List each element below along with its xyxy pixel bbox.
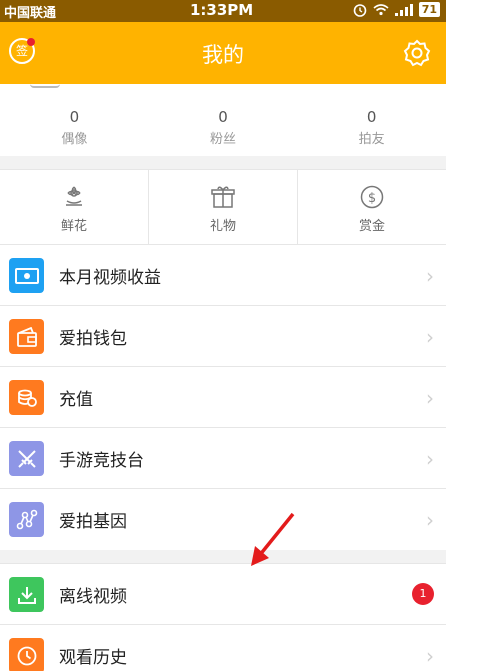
gene-icon — [9, 502, 44, 537]
chevron-right-icon: › — [426, 325, 434, 349]
download-icon — [9, 577, 44, 612]
gift-label: 礼物 — [209, 219, 236, 234]
wifi-icon — [373, 4, 389, 16]
gift-item-reward[interactable]: $ 赏金 — [298, 170, 446, 244]
stat-label: 粉丝 — [210, 132, 237, 147]
menu-item-wallet[interactable]: 爱拍钱包 › — [0, 306, 446, 367]
gear-icon — [403, 39, 431, 67]
page-title: 我的 — [202, 43, 244, 67]
battery-icon: 71 — [418, 2, 440, 17]
stat-friends[interactable]: 0 拍友 — [297, 84, 446, 156]
gift-label: 鲜花 — [60, 219, 87, 234]
carrier-label: 中国联通 — [4, 6, 57, 21]
chevron-right-icon: › — [426, 508, 434, 532]
stat-idols[interactable]: 0 偶像 — [0, 84, 149, 156]
swords-icon — [9, 441, 44, 476]
settings-button[interactable] — [402, 38, 432, 68]
gifts-row: 鲜花 礼物 $ 赏金 — [0, 169, 446, 245]
chevron-right-icon: › — [426, 644, 434, 668]
gift-icon — [211, 186, 235, 208]
coin-icon: $ — [360, 185, 384, 209]
phone-screen: 中国联通 1:33PM 71 签 我的 0 偶像 0 粉丝 0 拍友 鲜花 礼物… — [0, 0, 446, 671]
menu-item-label: 离线视频 — [59, 587, 127, 607]
status-bar: 中国联通 1:33PM 71 — [0, 0, 446, 22]
stat-value: 0 — [218, 108, 228, 126]
status-icons: 71 — [353, 2, 440, 17]
flower-icon — [66, 186, 82, 206]
stat-value: 0 — [366, 108, 377, 126]
chevron-right-icon: › — [426, 264, 434, 288]
avatar-edge — [30, 84, 60, 88]
gift-label: 赏金 — [358, 219, 385, 234]
history-icon — [9, 638, 44, 671]
menu-item-watch-history[interactable]: 观看历史 › — [0, 625, 446, 671]
annotation-arrow — [251, 512, 295, 566]
menu-item-monthly-earnings[interactable]: 本月视频收益 › — [0, 245, 446, 306]
top-header: 签 我的 — [0, 22, 446, 84]
menu-item-label: 观看历史 — [59, 648, 127, 668]
menu-item-offline-videos[interactable]: 离线视频 1 — [0, 564, 446, 625]
coins-icon — [9, 380, 44, 415]
alarm-icon — [353, 3, 366, 17]
menu-item-label: 爱拍基因 — [59, 512, 127, 532]
menu-item-arena[interactable]: 手游竞技台 › — [0, 428, 446, 489]
stat-label: 拍友 — [358, 132, 385, 147]
stat-label: 偶像 — [61, 132, 88, 147]
gift-item-flower[interactable]: 鲜花 — [0, 170, 149, 244]
clock: 1:33PM — [190, 1, 254, 19]
stat-fans[interactable]: 0 粉丝 — [149, 84, 298, 156]
menu-item-gene[interactable]: 爱拍基因 › — [0, 489, 446, 550]
menu-list-secondary: 离线视频 1 观看历史 › — [0, 563, 446, 671]
menu-list: 本月视频收益 › 爱拍钱包 › 充值 › 手游竞技台 › 爱拍基因 › — [0, 245, 446, 550]
menu-item-label: 爱拍钱包 — [59, 329, 127, 349]
wallet-icon — [9, 319, 44, 354]
gift-item-gift[interactable]: 礼物 — [149, 170, 298, 244]
menu-item-label: 手游竞技台 — [59, 451, 144, 471]
stat-value: 0 — [69, 108, 80, 126]
signal-icon — [394, 3, 413, 16]
menu-item-recharge[interactable]: 充值 › — [0, 367, 446, 428]
menu-item-label: 本月视频收益 — [59, 268, 161, 288]
chevron-right-icon: › — [426, 447, 434, 471]
stats-strip: 0 偶像 0 粉丝 0 拍友 — [0, 84, 446, 156]
svg-text:$: $ — [368, 191, 376, 206]
chevron-right-icon: › — [426, 386, 434, 410]
count-badge: 1 — [412, 583, 434, 605]
money-icon — [9, 258, 44, 293]
menu-item-label: 充值 — [59, 390, 93, 410]
